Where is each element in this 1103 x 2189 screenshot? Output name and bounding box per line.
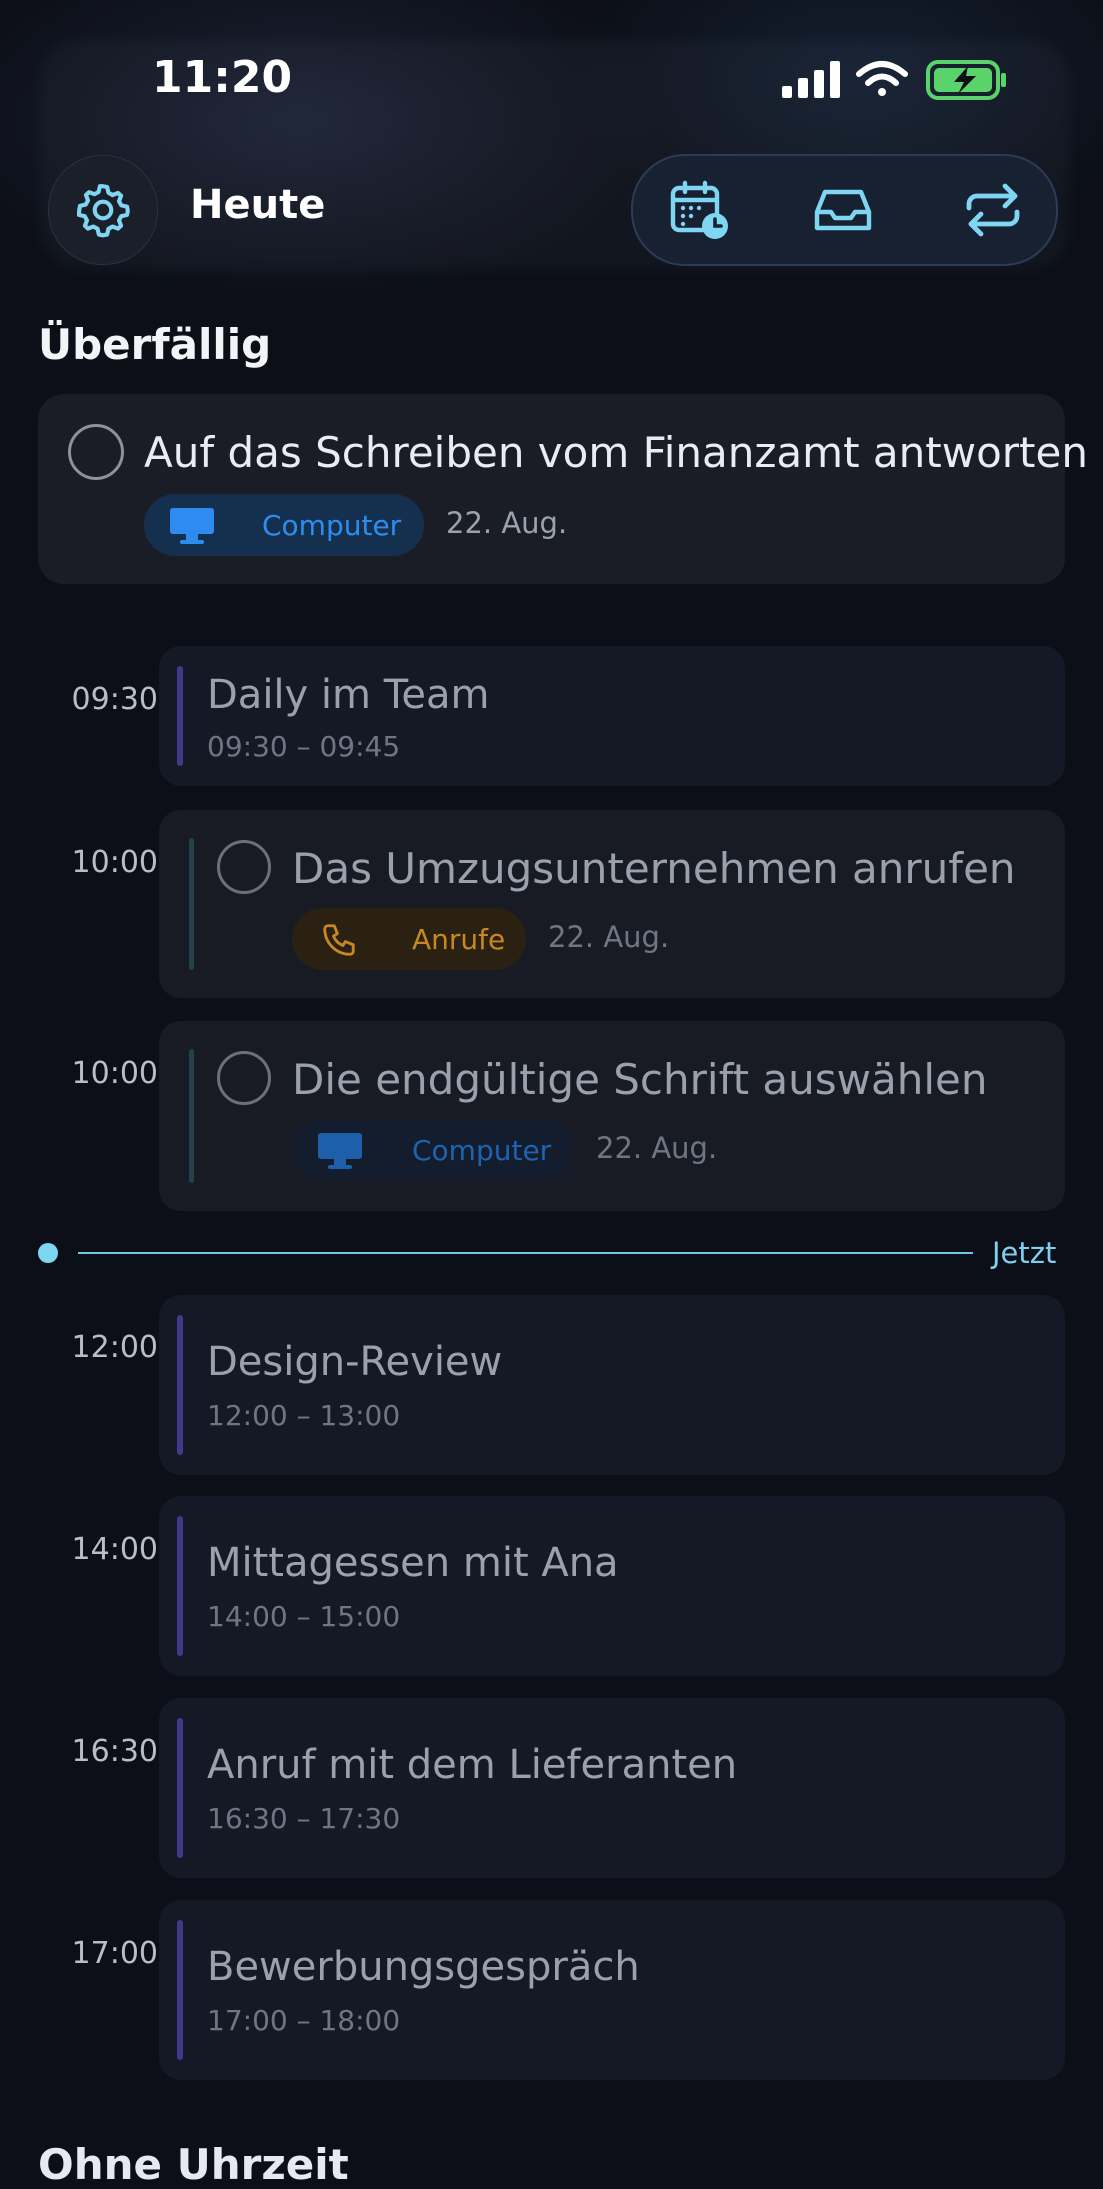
time-label: 10:00 bbox=[71, 845, 158, 880]
event-card[interactable]: Design-Review 12:00 – 13:00 bbox=[159, 1295, 1065, 1475]
page-title: Heute bbox=[190, 182, 326, 228]
monitor-icon bbox=[170, 508, 214, 544]
event-time-range: 16:30 – 17:30 bbox=[207, 1802, 401, 1835]
time-label: 10:00 bbox=[71, 1056, 158, 1091]
event-time-range: 12:00 – 13:00 bbox=[207, 1399, 401, 1432]
time-label: 09:30 bbox=[71, 682, 158, 717]
wifi-icon bbox=[856, 61, 908, 96]
event-card[interactable]: Anruf mit dem Lieferanten 16:30 – 17:30 bbox=[159, 1698, 1065, 1878]
event-title: Bewerbungsgespräch bbox=[207, 1944, 640, 1990]
header-action-group bbox=[631, 154, 1058, 266]
phone-icon bbox=[323, 924, 355, 956]
event-bar bbox=[177, 1718, 183, 1858]
tag-label: Computer bbox=[262, 508, 402, 542]
time-label: 16:30 bbox=[71, 1734, 158, 1769]
cellular-signal-icon bbox=[782, 61, 840, 98]
overdue-heading: Überfällig bbox=[38, 320, 272, 369]
inbox-button[interactable] bbox=[811, 178, 875, 242]
task-date: 22. Aug. bbox=[446, 506, 568, 540]
event-bar bbox=[177, 1315, 183, 1455]
time-label: 14:00 bbox=[71, 1532, 158, 1567]
overdue-task-card[interactable]: Auf das Schreiben vom Finanzamt antworte… bbox=[38, 394, 1088, 584]
task-title: Auf das Schreiben vom Finanzamt antworte… bbox=[144, 428, 1088, 477]
repeat-arrows-icon bbox=[966, 183, 1020, 237]
task-bar bbox=[189, 1049, 194, 1183]
inbox-tray-icon bbox=[814, 189, 872, 231]
event-card[interactable]: Bewerbungsgespräch 17:00 – 18:00 bbox=[159, 1900, 1065, 2080]
battery-charging-icon bbox=[926, 60, 1006, 100]
tag-label: Anrufe bbox=[412, 922, 506, 956]
task-checkbox[interactable] bbox=[217, 840, 271, 894]
task-date: 22. Aug. bbox=[548, 920, 670, 954]
event-card[interactable]: Mittagessen mit Ana 14:00 – 15:00 bbox=[159, 1496, 1065, 1676]
status-time: 11:20 bbox=[152, 52, 293, 103]
event-bar bbox=[177, 1516, 183, 1656]
task-title: Das Umzugsunternehmen anrufen bbox=[292, 844, 1016, 893]
settings-button[interactable] bbox=[48, 155, 158, 265]
task-card[interactable]: Die endgültige Schrift auswählen Compute… bbox=[159, 1021, 1065, 1211]
calendar-clock-button[interactable] bbox=[667, 178, 731, 242]
task-date: 22. Aug. bbox=[596, 1131, 718, 1165]
tag-computer[interactable]: Computer bbox=[144, 494, 424, 556]
monitor-icon bbox=[318, 1133, 362, 1169]
now-indicator-dot bbox=[38, 1243, 58, 1263]
event-title: Mittagessen mit Ana bbox=[207, 1540, 619, 1586]
event-title: Daily im Team bbox=[207, 672, 490, 718]
event-time-range: 09:30 – 09:45 bbox=[207, 730, 401, 763]
no-time-heading: Ohne Uhrzeit bbox=[38, 2140, 349, 2189]
event-time-range: 17:00 – 18:00 bbox=[207, 2004, 401, 2037]
event-title: Anruf mit dem Lieferanten bbox=[207, 1742, 738, 1788]
task-checkbox[interactable] bbox=[68, 424, 124, 480]
tag-calls[interactable]: Anrufe bbox=[292, 908, 526, 970]
tag-label: Computer bbox=[412, 1133, 552, 1167]
task-bar bbox=[189, 838, 194, 970]
event-bar bbox=[177, 666, 183, 766]
now-indicator-line bbox=[78, 1252, 973, 1254]
time-label: 17:00 bbox=[71, 1936, 158, 1971]
status-icons bbox=[782, 60, 1006, 100]
event-card[interactable]: Daily im Team 09:30 – 09:45 bbox=[159, 646, 1065, 786]
event-time-range: 14:00 – 15:00 bbox=[207, 1600, 401, 1633]
repeat-button[interactable] bbox=[961, 178, 1025, 242]
event-title: Design-Review bbox=[207, 1339, 503, 1385]
time-label: 12:00 bbox=[71, 1330, 158, 1365]
calendar-clock-icon bbox=[670, 180, 728, 239]
now-label: Jetzt bbox=[992, 1236, 1057, 1270]
task-title: Die endgültige Schrift auswählen bbox=[292, 1055, 988, 1104]
tag-computer[interactable]: Computer bbox=[292, 1119, 574, 1181]
event-bar bbox=[177, 1920, 183, 2060]
gear-icon bbox=[76, 184, 130, 238]
task-checkbox[interactable] bbox=[217, 1051, 271, 1105]
task-card[interactable]: Das Umzugsunternehmen anrufen Anrufe 22.… bbox=[159, 810, 1065, 998]
